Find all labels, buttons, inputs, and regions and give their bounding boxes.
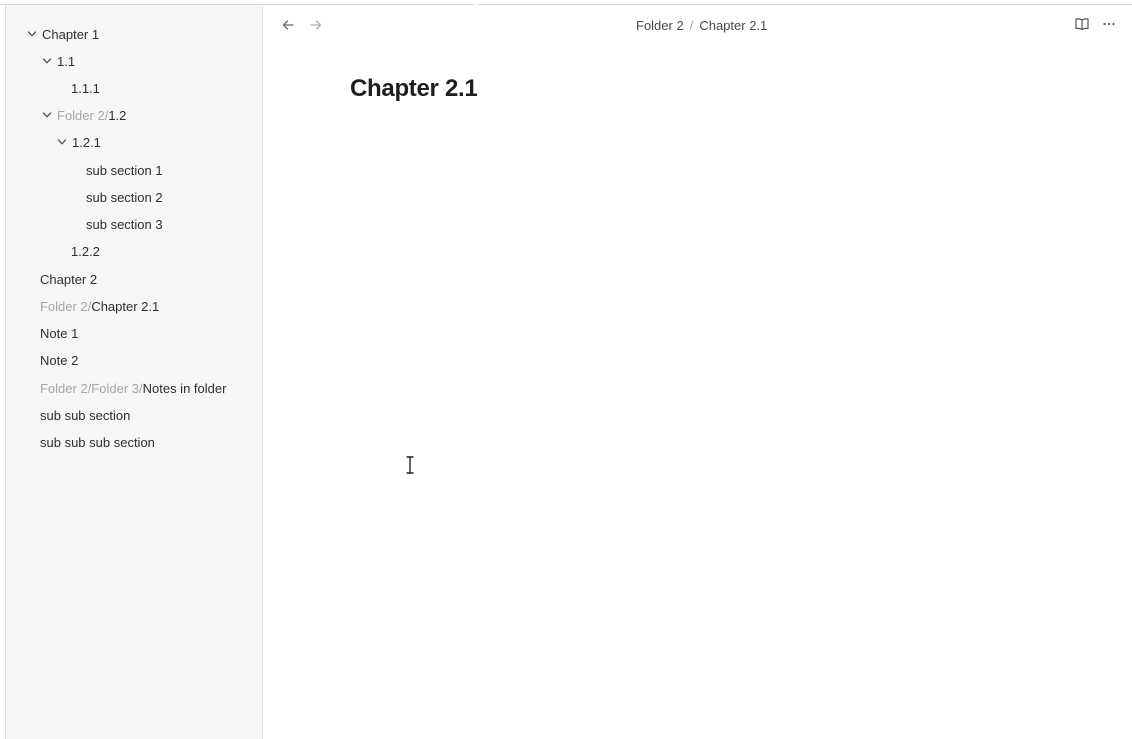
arrow-right-icon [310, 20, 322, 30]
tree-item-1-1[interactable]: 1.1 [41, 50, 75, 72]
tree-item-label: 1.1 [57, 53, 76, 69]
tree-item-label: Chapter 2 [40, 271, 98, 287]
breadcrumb-separator: / [689, 17, 694, 33]
file-explorer-sidebar: Chapter 1 1.1 1.1.1 Folder 2/1.2 1.2.1 s… [6, 5, 263, 739]
editor-pane: Folder 2 / Chapter 2.1 Chapter 2.1 [264, 5, 1132, 739]
tree-item-label: Chapter 1 [42, 26, 100, 42]
chevron-down-icon[interactable] [41, 109, 53, 121]
tree-item-sub-sub-section[interactable]: sub sub section [40, 404, 130, 426]
tree-item-note-1[interactable]: Note 1 [40, 322, 78, 344]
tree-item-label: sub section 3 [86, 216, 163, 232]
folder-path-prefix: Folder 2/ [57, 107, 109, 123]
tree-item-1-2[interactable]: Folder 2/1.2 [41, 104, 126, 126]
tree-item-label: sub sub section [40, 407, 131, 423]
tree-item-label: sub section 1 [86, 162, 163, 178]
more-options-icon [1103, 22, 1115, 26]
tree-item-chapter-2[interactable]: Chapter 2 [40, 268, 97, 290]
chevron-down-icon[interactable] [26, 28, 38, 40]
page-title[interactable]: Chapter 2.1 [350, 75, 478, 103]
tree-item-label: Notes in folder [142, 380, 227, 396]
more-options-button[interactable] [1099, 14, 1119, 34]
tree-item-notes-in-folder[interactable]: Folder 2/Folder 3/Notes in folder [40, 377, 226, 399]
tree-item-label: 1.2 [108, 107, 127, 123]
chevron-down-icon[interactable] [41, 55, 53, 67]
text-cursor-icon [406, 456, 414, 474]
folder-path-prefix: Folder 2/ [40, 298, 92, 314]
breadcrumb-note[interactable]: Chapter 2.1 [699, 18, 767, 33]
tree-item-sub-sub-sub-section[interactable]: sub sub sub section [40, 431, 155, 453]
book-open-icon [1075, 18, 1089, 31]
breadcrumb: Folder 2 / Chapter 2.1 [636, 15, 767, 35]
tree-item-label: sub sub sub section [40, 434, 155, 450]
breadcrumb-folder[interactable]: Folder 2 [636, 18, 684, 33]
tree-item-1-1-1[interactable]: 1.1.1 [71, 77, 100, 99]
folder-path-prefix: Folder 2/Folder 3/ [40, 380, 143, 396]
forward-button[interactable] [306, 15, 326, 35]
tree-item-label: Chapter 2.1 [91, 298, 160, 314]
tree-item-label: 1.2.1 [72, 134, 101, 150]
arrow-left-icon [282, 20, 294, 30]
tree-item-1-2-1[interactable]: 1.2.1 [56, 131, 101, 153]
tree-item-sub-section-3[interactable]: sub section 3 [86, 213, 163, 235]
tree-item-sub-section-2[interactable]: sub section 2 [86, 186, 163, 208]
tree-item-chapter-1[interactable]: Chapter 1 [26, 23, 99, 45]
tree-item-label: sub section 2 [86, 189, 163, 205]
tree-item-note-2[interactable]: Note 2 [40, 349, 78, 371]
tree-item-label: 1.1.1 [71, 80, 100, 96]
back-button[interactable] [278, 15, 298, 35]
chevron-down-icon[interactable] [56, 136, 68, 148]
tree-item-sub-section-1[interactable]: sub section 1 [86, 159, 163, 181]
tree-item-label: 1.2.2 [71, 243, 100, 259]
tree-item-chapter-2-1[interactable]: Folder 2/Chapter 2.1 [40, 295, 159, 317]
reading-view-button[interactable] [1072, 14, 1092, 34]
tree-item-1-2-2[interactable]: 1.2.2 [71, 240, 100, 262]
tree-item-label: Note 1 [40, 325, 79, 341]
tree-item-label: Note 2 [40, 352, 79, 368]
